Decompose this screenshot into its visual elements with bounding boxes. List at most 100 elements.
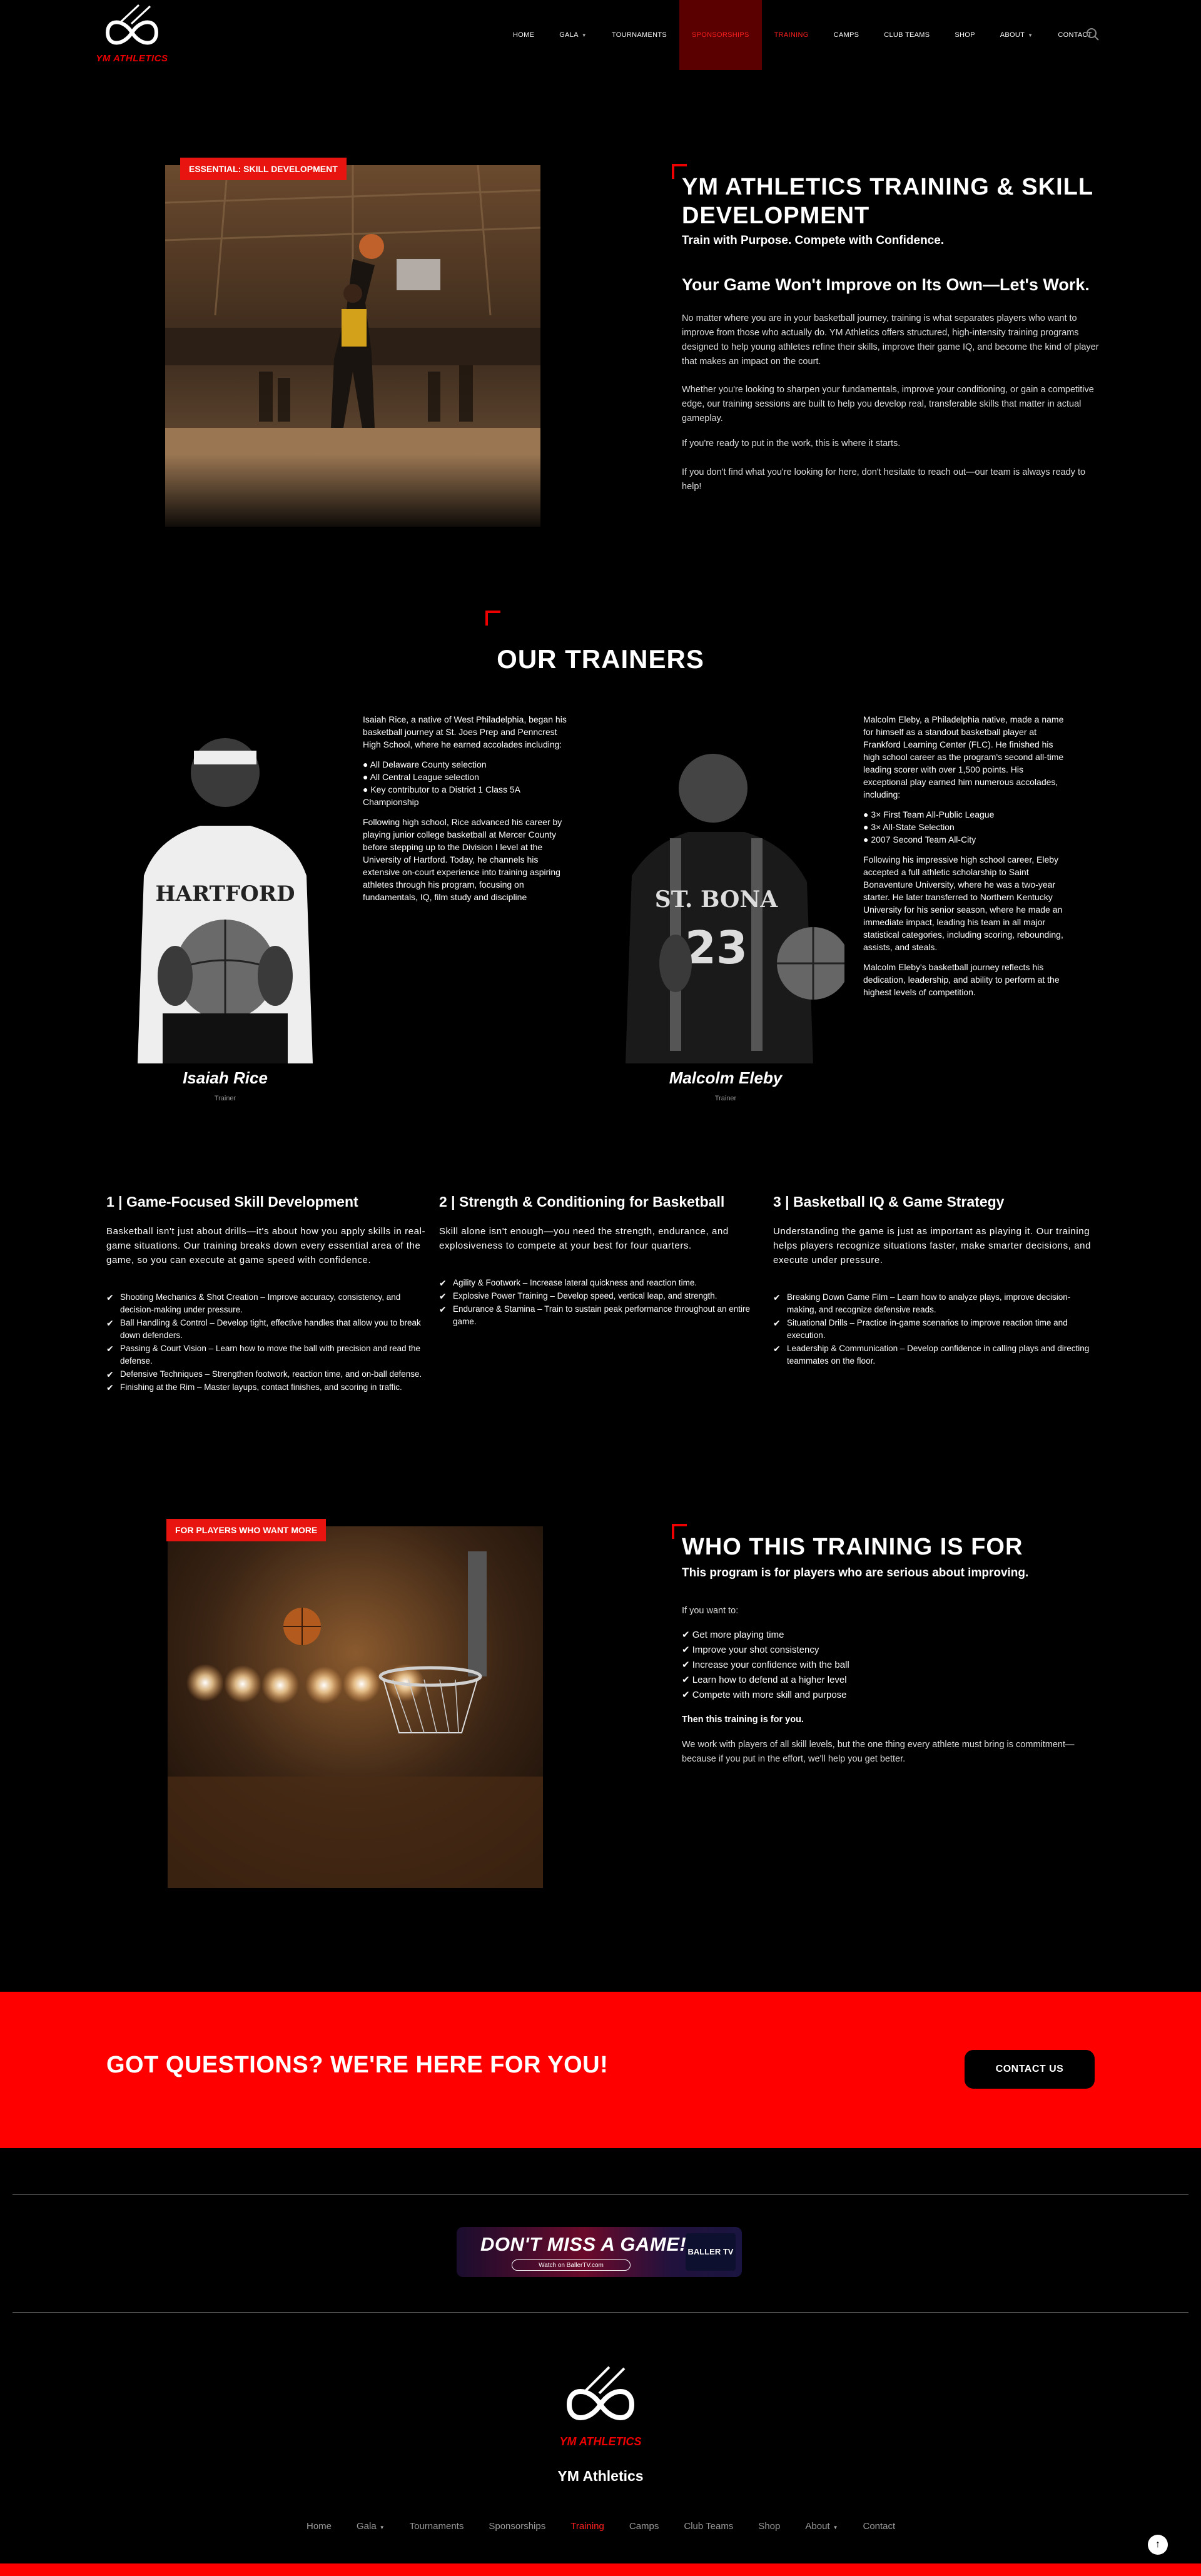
footer-logo[interactable]: YM ATHLETICS: [554, 2363, 647, 2448]
nav-club-teams[interactable]: CLUB TEAMS: [871, 0, 942, 70]
trainer-role: Trainer: [714, 1095, 737, 1102]
trainer-bio-malcolm: Malcolm Eleby, a Philadelphia native, ma…: [863, 713, 1070, 1006]
chevron-down-icon: ▼: [581, 32, 587, 38]
cta-title: GOT QUESTIONS? WE'RE HERE FOR YOU!: [106, 2052, 609, 2078]
bio-intro: Isaiah Rice, a native of West Philadelph…: [363, 714, 567, 749]
chevron-down-icon: ▼: [1028, 32, 1033, 38]
main-nav: HOME GALA ▼ TOURNAMENTS SPONSORSHIPS TRAI…: [500, 0, 1105, 70]
svg-text:23: 23: [685, 921, 747, 974]
footer-nav-shop[interactable]: Shop: [746, 2521, 793, 2532]
list-item: Endurance & Stamina – Train to sustain p…: [439, 1303, 764, 1328]
list-item: ● All Central League selection: [363, 772, 479, 782]
footer-nav-club-teams[interactable]: Club Teams: [671, 2521, 746, 2532]
arena-hoop-photo: [168, 1526, 543, 1888]
list-item: ✔ Increase your confidence with the ball: [682, 1660, 849, 1670]
ballertv-banner[interactable]: DON'T MISS A GAME! Watch on BallerTV.com…: [457, 2227, 742, 2277]
list-item: Situational Drills – Practice in-game sc…: [773, 1317, 1098, 1342]
footer-nav-sponsorships[interactable]: Sponsorships: [476, 2521, 558, 2532]
column-title: 1 | Game-Focused Skill Development: [106, 1194, 358, 1210]
divider: [13, 2312, 1188, 2313]
list-item: Explosive Power Training – Develop speed…: [439, 1290, 764, 1302]
column-intro: Skill alone isn't enough—you need the st…: [439, 1226, 729, 1251]
list-item: Passing & Court Vision – Learn how to mo…: [106, 1342, 432, 1367]
footer-nav-gala[interactable]: Gala ▼: [344, 2521, 397, 2532]
logo-text: YM ATHLETICS: [96, 53, 168, 64]
corner-accent: [485, 611, 500, 626]
svg-text:ST. BONA: ST. BONA: [655, 886, 779, 913]
trainer-photo-isaiah: HARTFORD: [106, 713, 344, 1063]
list-item: ● 2007 Second Team All-City: [863, 834, 976, 844]
back-to-top-button[interactable]: ↑: [1148, 2535, 1168, 2555]
program-column-strength: 2 | Strength & Conditioning for Basketba…: [439, 1194, 764, 1329]
nav-gala[interactable]: GALA ▼: [547, 0, 599, 70]
column-list: Agility & Footwork – Increase lateral qu…: [439, 1277, 764, 1328]
nav-training[interactable]: TRAINING: [762, 0, 821, 70]
skill-development-tag: ESSENTIAL: SKILL DEVELOPMENT: [180, 158, 347, 180]
intro-paragraph-4: If you don't find what you're looking fo…: [682, 467, 1086, 492]
search-icon[interactable]: [1086, 28, 1100, 41]
header-logo[interactable]: YM ATHLETICS: [95, 4, 169, 64]
training-gym-photo: [165, 165, 540, 527]
intro-paragraph-2: Whether you're looking to sharpen your f…: [682, 385, 1094, 423]
bio-body: Following high school, Rice advanced his…: [363, 817, 562, 902]
footer-nav-about[interactable]: About ▼: [793, 2521, 850, 2532]
list-item: ✔ Learn how to defend at a higher level: [682, 1675, 847, 1685]
list-item: ● Key contributor to a District 1 Class …: [363, 784, 520, 807]
bio-body: Following his impressive high school car…: [863, 854, 1063, 952]
footer-brand: YM Athletics: [557, 2468, 644, 2484]
svg-text:HARTFORD: HARTFORD: [156, 881, 295, 906]
list-item: Agility & Footwork – Increase lateral qu…: [439, 1277, 764, 1289]
banner-subtitle: Watch on BallerTV.com: [512, 2259, 631, 2271]
divider: [13, 2194, 1188, 2195]
intro-heading: Your Game Won't Improve on Its Own—Let's…: [682, 275, 1090, 294]
chevron-down-icon: ▼: [379, 2525, 385, 2530]
footer-nav-home[interactable]: Home: [294, 2521, 344, 2532]
ballertv-logo-text: BALLER TV: [687, 2247, 734, 2256]
footer-nav-tournaments[interactable]: Tournaments: [397, 2521, 477, 2532]
accolades-list: ● 3× First Team All-Public League ● 3× A…: [863, 808, 1070, 846]
infinity-logo-icon: [105, 4, 159, 45]
nav-shop[interactable]: SHOP: [942, 0, 987, 70]
footer-nav-contact[interactable]: Contact: [851, 2521, 908, 2532]
list-item: Ball Handling & Control – Develop tight,…: [106, 1317, 432, 1342]
nav-about[interactable]: ABOUT ▼: [988, 0, 1046, 70]
players-want-more-tag: FOR PLAYERS WHO WANT MORE: [166, 1519, 327, 1541]
column-list: Shooting Mechanics & Shot Creation – Imp…: [106, 1291, 432, 1394]
column-title: 2 | Strength & Conditioning for Basketba…: [439, 1194, 725, 1210]
who-list: ✔ Get more playing time ✔ Improve your s…: [682, 1628, 849, 1703]
page-title: YM ATHLETICS TRAINING & SKILL DEVELOPMEN…: [682, 174, 1093, 229]
list-item: ✔ Improve your shot consistency: [682, 1645, 819, 1655]
intro-paragraph-1: No matter where you are in your basketba…: [682, 313, 1099, 367]
trainer-name: Malcolm Eleby: [669, 1068, 783, 1087]
list-item: ✔ Compete with more skill and purpose: [682, 1690, 847, 1700]
who-subtitle: This program is for players who are seri…: [682, 1566, 1029, 1580]
list-item: Leadership & Communication – Develop con…: [773, 1342, 1098, 1367]
program-column-skill: 1 | Game-Focused Skill Development Baske…: [106, 1194, 432, 1394]
trainer-photo-malcolm: ST. BONA 23: [607, 726, 849, 1063]
list-item: ● All Delaware County selection: [363, 759, 487, 769]
site-header: YM ATHLETICS HOME GALA ▼ TOURNAMENTS SPON…: [0, 0, 1201, 70]
bio-intro: Malcolm Eleby, a Philadelphia native, ma…: [863, 714, 1064, 799]
trainers-heading: OUR TRAINERS: [497, 644, 704, 674]
who-closing: We work with players of all skill levels…: [682, 1740, 1075, 1764]
nav-sponsorships[interactable]: SPONSORSHIPS: [679, 0, 762, 70]
who-lead: If you want to:: [682, 1606, 739, 1616]
column-intro: Basketball isn't just about drills—it's …: [106, 1226, 426, 1265]
intro-paragraph-3: If you're ready to put in the work, this…: [682, 439, 901, 449]
trainer-role: Trainer: [214, 1095, 236, 1102]
footer-nav-training[interactable]: Training: [558, 2521, 617, 2532]
footer-nav-camps[interactable]: Camps: [617, 2521, 672, 2532]
contact-us-button[interactable]: CONTACT US: [965, 2050, 1095, 2089]
ballertv-logo: BALLER TV: [686, 2233, 736, 2271]
column-intro: Understanding the game is just as import…: [773, 1226, 1092, 1265]
list-item: Shooting Mechanics & Shot Creation – Imp…: [106, 1291, 432, 1316]
nav-home[interactable]: HOME: [500, 0, 547, 70]
nav-camps[interactable]: CAMPS: [821, 0, 872, 70]
footer-nav: Home Gala ▼ Tournaments Sponsorships Trai…: [294, 2521, 908, 2532]
nav-tournaments[interactable]: TOURNAMENTS: [599, 0, 679, 70]
column-list: Breaking Down Game Film – Learn how to a…: [773, 1291, 1098, 1367]
bottom-accent-bar: [0, 2563, 1201, 2576]
chevron-down-icon: ▼: [833, 2525, 838, 2530]
program-column-iq: 3 | Basketball IQ & Game Strategy Unders…: [773, 1194, 1098, 1368]
trainer-bio-isaiah: Isaiah Rice, a native of West Philadelph…: [363, 713, 569, 911]
